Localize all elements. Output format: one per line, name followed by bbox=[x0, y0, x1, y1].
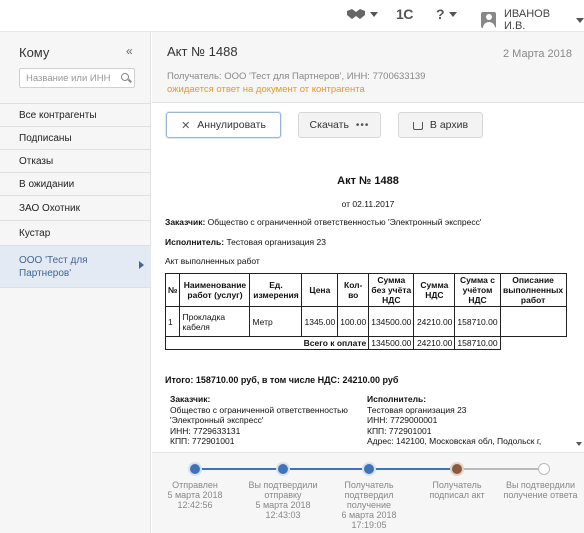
user-icon bbox=[481, 12, 496, 28]
help-icon: ? bbox=[436, 6, 445, 22]
connector-menu[interactable] bbox=[346, 7, 378, 21]
logo-1c[interactable]: 1С bbox=[396, 6, 413, 22]
customer-block: Заказчик: Общество с ограниченной ответс… bbox=[170, 394, 348, 446]
sidebar-item-signed[interactable]: Подписаны bbox=[0, 127, 151, 150]
chevron-down-icon bbox=[576, 17, 584, 23]
sidebar-item-label: ООО 'Тест для Партнеров' bbox=[19, 254, 88, 279]
timeline-label: Вы подтвердили получение ответа bbox=[503, 480, 578, 500]
timeline-step-pending bbox=[538, 463, 550, 475]
timeline-label: Получатель подписал акт bbox=[429, 480, 485, 500]
sidebar-item-all[interactable]: Все контрагенты bbox=[0, 104, 151, 127]
page-title: Акт № 1488 bbox=[167, 44, 238, 59]
doc-grand-total: Итого: 158710.00 руб, в том числе НДС: 2… bbox=[165, 375, 399, 385]
table-total-row: Всего к оплате 134500.00 24210.00 158710… bbox=[164, 336, 567, 350]
search-input[interactable] bbox=[20, 69, 116, 87]
chevron-down-icon bbox=[370, 11, 378, 17]
timeline-segment bbox=[457, 468, 544, 470]
collapse-icon[interactable]: « bbox=[126, 44, 132, 58]
top-bar: 1С ? ИВАНОВ И.В. bbox=[0, 0, 584, 32]
sidebar-item-label: Все контрагенты bbox=[19, 109, 97, 121]
status-timeline: Отправлен 5 марта 2018 12:42:56 Вы подтвер… bbox=[152, 452, 584, 533]
timeline-step-done bbox=[362, 462, 376, 476]
sidebar-item-contractor-selected[interactable]: ООО 'Тест для Партнеров' bbox=[0, 246, 151, 288]
sidebar-item-contractor[interactable]: ЗАО Охотник bbox=[0, 196, 151, 221]
document-header: Акт № 1488 2 Марта 2018 Получатель: ООО … bbox=[152, 32, 584, 103]
more-icon: ••• bbox=[355, 119, 370, 131]
sidebar-item-label: Отказы bbox=[19, 155, 54, 167]
archive-button[interactable]: В архив bbox=[398, 112, 483, 138]
user-menu[interactable]: ИВАНОВ И.В. bbox=[481, 8, 584, 32]
help-menu[interactable]: ? bbox=[436, 6, 457, 22]
sidebar-item-waiting[interactable]: В ожидании bbox=[0, 173, 151, 196]
download-button[interactable]: Скачать ••• bbox=[298, 112, 381, 138]
timeline-segment bbox=[195, 468, 283, 470]
search-box bbox=[19, 68, 135, 88]
document-preview: Акт № 1488 от 02.11.2017 Заказчик: Общес… bbox=[152, 150, 584, 450]
user-name: ИВАНОВ И.В. bbox=[503, 8, 551, 32]
doc-title: Акт № 1488 bbox=[337, 175, 399, 187]
timeline-label: Получатель подтвердил получение 6 марта 201… bbox=[341, 480, 397, 530]
doc-date-line: от 02.11.2017 bbox=[341, 199, 395, 209]
sidebar: Кому « Все контрагенты Подписаны Отказы … bbox=[0, 32, 151, 533]
sidebar-item-contractor[interactable]: Кустар bbox=[0, 221, 151, 246]
sidebar-item-label: Подписаны bbox=[19, 132, 72, 144]
document-date: 2 Марта 2018 bbox=[502, 48, 572, 60]
timeline-label: Вы подтвердили отправку 5 марта 2018 12:43:… bbox=[248, 480, 318, 520]
doc-subtitle: Акт выполненных работ bbox=[165, 256, 260, 266]
close-icon: ✕ bbox=[181, 119, 191, 132]
sidebar-item-label: В ожидании bbox=[19, 178, 75, 190]
doc-executor-line: Исполнитель: Тестовая организация 23 bbox=[165, 237, 326, 247]
timeline-label: Отправлен 5 марта 2018 12:42:56 bbox=[167, 480, 223, 510]
annul-button[interactable]: ✕ Аннулировать bbox=[166, 112, 281, 138]
sidebar-item-label: ЗАО Охотник bbox=[19, 202, 81, 214]
acts-table: № Наименование работ (услуг) Ед. измерен… bbox=[164, 273, 567, 350]
search-icon[interactable] bbox=[121, 73, 129, 81]
timeline-step-current bbox=[450, 462, 464, 476]
timeline-step-done bbox=[276, 462, 290, 476]
archive-icon bbox=[412, 122, 423, 130]
recipient-info: Получатель: ООО 'Тест для Партнеров', ИН… bbox=[167, 71, 426, 82]
doc-customer-line: Заказчик: Общество с ограниченной ответс… bbox=[165, 217, 482, 227]
handshake-icon bbox=[347, 9, 365, 19]
sidebar-title: Кому bbox=[19, 45, 50, 60]
table-header-row: № Наименование работ (услуг) Ед. измерен… bbox=[164, 273, 567, 307]
table-row: 1 Прокладка кабеля Метр 1345.00 100.00 1… bbox=[164, 306, 567, 337]
status-text: ожидается ответ на документ от контраген… bbox=[167, 84, 365, 95]
sidebar-list: Все контрагенты Подписаны Отказы В ожида… bbox=[0, 103, 151, 288]
chevron-down-icon bbox=[448, 11, 457, 17]
sidebar-item-rejected[interactable]: Отказы bbox=[0, 150, 151, 173]
sidebar-item-label: Кустар bbox=[19, 227, 51, 239]
timeline-step-done bbox=[188, 462, 202, 476]
chevron-right-icon bbox=[139, 261, 144, 269]
executor-block: Исполнитель: Тестовая организация 23 ИНН… bbox=[367, 394, 542, 446]
scroll-down-icon[interactable] bbox=[576, 442, 582, 446]
